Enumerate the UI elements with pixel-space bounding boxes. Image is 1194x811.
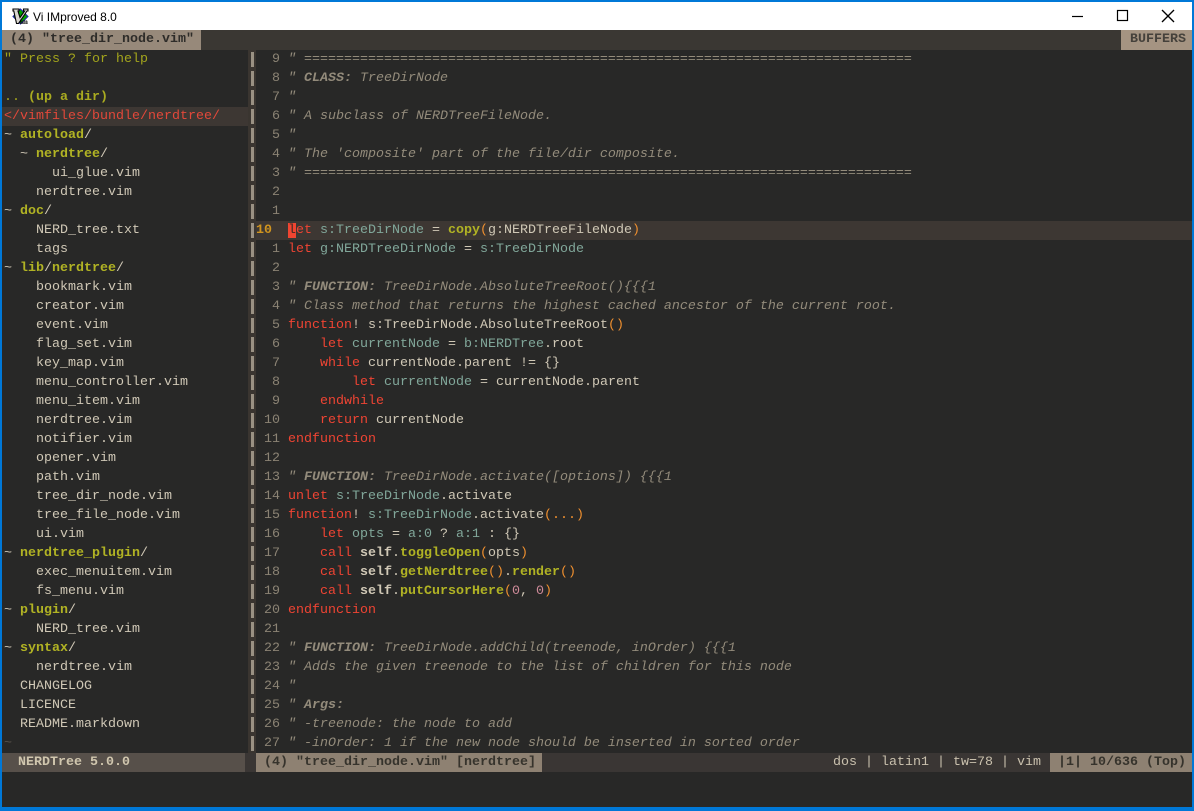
svg-text:im: im xyxy=(20,18,28,25)
